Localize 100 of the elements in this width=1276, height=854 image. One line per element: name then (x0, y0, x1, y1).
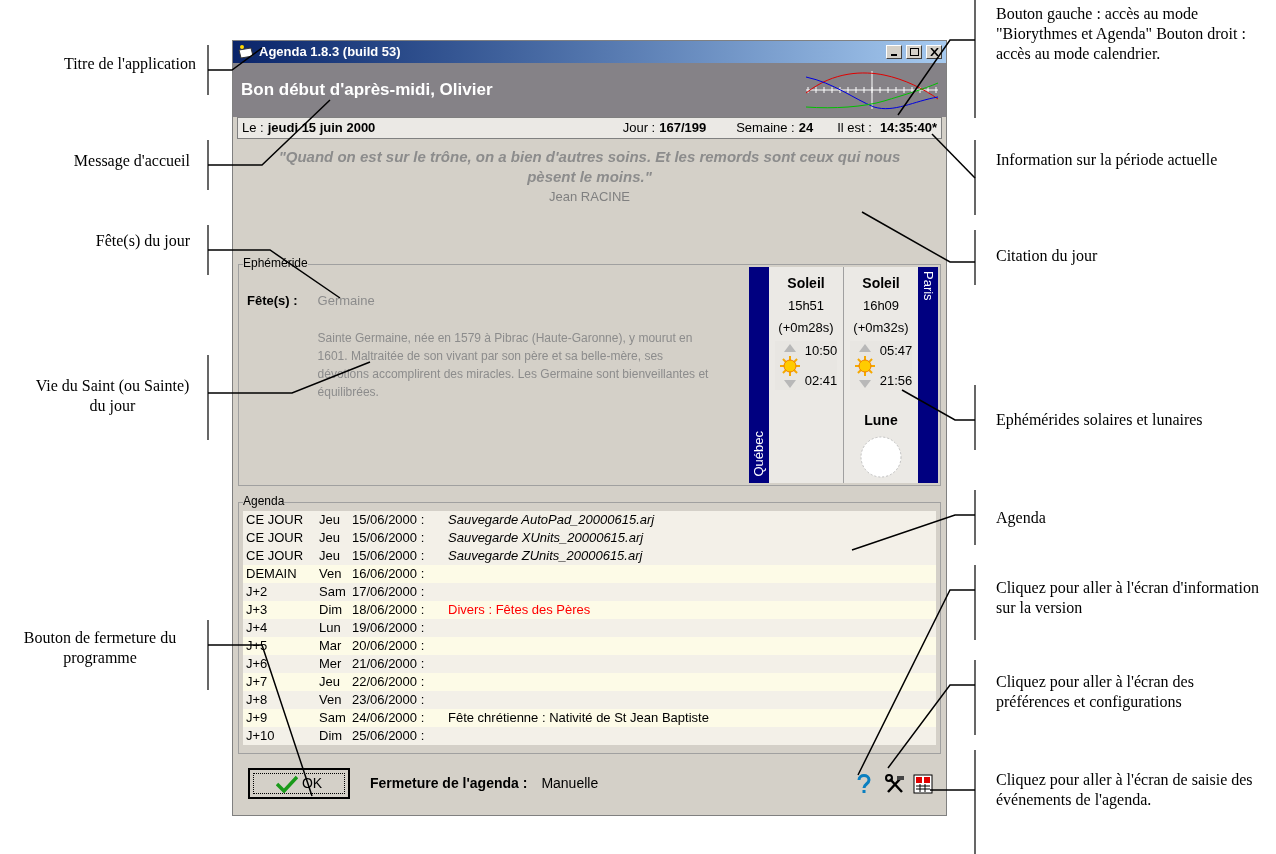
day-length-change: (+0m28s) (778, 318, 834, 337)
relative-day: CE JOUR (246, 510, 319, 530)
week-label: Semaine : (736, 119, 795, 138)
moon-icon (859, 435, 903, 479)
calendar-button[interactable] (912, 772, 934, 795)
preferences-button[interactable] (884, 772, 906, 795)
event-date: 19/06/2000 : (352, 619, 426, 638)
relative-day: J+10 (246, 726, 319, 746)
time-label: Il est : (837, 119, 872, 138)
feasts-label: Fête(s) : (247, 292, 298, 310)
relative-day: CE JOUR (246, 546, 319, 566)
weekday: Sam (319, 709, 347, 728)
day-label: Jour : (622, 119, 656, 138)
biorhythm-chart-icon (804, 69, 940, 111)
agenda-row[interactable]: J+9 Sam 24/06/2000 : Fête chrétienne : Nativité de St Jean Baptiste (243, 709, 936, 727)
window-title: Agenda 1.8.3 (build 53) (259, 43, 402, 62)
feast-name: Germaine (317, 292, 376, 310)
week-number: 24 (798, 119, 814, 138)
moon-heading: Lune (864, 411, 898, 430)
event-date: 23/06/2000 : (352, 691, 426, 710)
relative-day: J+6 (246, 654, 319, 674)
calendar-icon (913, 773, 933, 794)
annotation-text: Titre de l'application (62, 54, 196, 74)
date: jeudi 15 juin 2000 (267, 119, 377, 138)
annotation-text: Agenda (996, 508, 1047, 528)
annotation-text: Citation du jour (996, 246, 1099, 266)
annotation-text: Ephémérides solaires et lunaires (996, 410, 1204, 430)
relative-day: J+4 (246, 618, 319, 638)
annotation-text: Message d'accueil (72, 151, 190, 171)
sun-icon (853, 342, 876, 389)
event-text: Sauvegarde ZUnits_20000615.arj (448, 547, 643, 566)
event-text: Divers : Fêtes des Pères (448, 601, 591, 620)
day-number: 167/199 (659, 119, 707, 138)
event-text: Fête chrétienne : Nativité de St Jean Baptiste (448, 709, 709, 728)
annotation-text: Bouton gauche : accès au mode "Biorythmes et Agenda" Bouton droit : accès au mode calendrier. (996, 4, 1247, 64)
relative-day: J+8 (246, 690, 319, 710)
check-icon (275, 774, 298, 793)
annotation-text: Vie du Saint (ou Sainte) du jour (34, 376, 191, 416)
weekday: Jeu (319, 673, 341, 692)
event-text: Sauvegarde XUnits_20000615.arj (448, 529, 644, 548)
relative-day: DEMAIN (246, 564, 319, 584)
tools-icon (885, 773, 905, 794)
annotation-text: Fête(s) du jour (94, 231, 190, 251)
sun-heading: Soleil (862, 274, 900, 293)
weekday: Ven (319, 691, 343, 710)
event-date: 15/06/2000 : (352, 547, 426, 566)
day-length: 16h09 (862, 297, 900, 315)
weekday: Jeu (319, 529, 341, 548)
annotation-text: Cliquez pour aller à l'écran de saisie des événements de l'agenda. (996, 770, 1254, 810)
sunrise-time: 10:50 (804, 342, 838, 360)
event-date: 16/06/2000 : (352, 565, 426, 584)
event-text: Sauvegarde AutoPad_20000615.arj (448, 511, 655, 530)
close-icon (929, 48, 939, 56)
weekday: Ven (319, 565, 343, 584)
sunrise-time: 05:47 (879, 342, 913, 360)
date-label: Le : (242, 119, 264, 138)
event-date: 22/06/2000 : (352, 673, 426, 692)
agenda-row[interactable]: DEMAIN Ven 16/06/2000 : (243, 565, 936, 583)
close-button[interactable] (926, 45, 942, 59)
question-mark-icon (856, 772, 872, 795)
annotation-text: Information sur la période actuelle (996, 150, 1219, 170)
minimize-button[interactable] (886, 45, 902, 59)
event-date: 24/06/2000 : (352, 709, 426, 728)
relative-day: J+2 (246, 582, 319, 602)
day-length-change: (+0m32s) (853, 318, 909, 337)
annotation-text: Bouton de fermeture du programme (22, 628, 178, 668)
quote-author: Jean RACINE (549, 188, 630, 206)
city-name: Paris (919, 271, 937, 301)
weekday: Jeu (319, 547, 341, 566)
sun-icon (778, 342, 801, 389)
day-length: 15h51 (787, 297, 825, 315)
event-date: 25/06/2000 : (352, 727, 426, 746)
quote-text: "Quand on est sur le trône, on a bien d'autres soins. Et les remords sont ceux qui nous pèsent le moins." (277, 147, 902, 187)
maximize-icon (909, 48, 919, 56)
weekday: Sam (319, 583, 347, 602)
event-date: 20/06/2000 : (352, 637, 426, 656)
app-icon (237, 44, 255, 60)
weekday: Mar (319, 637, 343, 656)
event-date: 18/06/2000 : (352, 601, 426, 620)
maximize-button[interactable] (906, 45, 922, 59)
weekday: Jeu (319, 511, 341, 530)
closing-label: Fermeture de l'agenda : (370, 774, 528, 793)
agenda-row[interactable]: J+3 Dim 18/06/2000 : Divers : Fêtes des Pères (243, 601, 936, 619)
weekday: Dim (319, 727, 344, 746)
weekday: Lun (319, 619, 342, 638)
relative-day: CE JOUR (246, 528, 319, 548)
closing-mode: Manuelle (541, 774, 600, 793)
annotation-text: Cliquez pour aller à l'écran d'information sur la version (996, 578, 1260, 618)
city-name: Québec (750, 431, 768, 477)
event-date: 15/06/2000 : (352, 511, 426, 530)
relative-day: J+7 (246, 672, 319, 692)
agenda-row[interactable]: J+7 Jeu 22/06/2000 : (243, 673, 936, 691)
relative-day: J+3 (246, 600, 319, 620)
relative-day: J+9 (246, 708, 319, 728)
weekday: Dim (319, 601, 344, 620)
group-title: Agenda (243, 494, 285, 508)
greeting: Bon début d'après-midi, Olivier (241, 79, 493, 102)
event-date: 21/06/2000 : (352, 655, 426, 674)
sunset-time: 21:56 (879, 371, 913, 390)
event-date: 15/06/2000 : (352, 529, 426, 548)
